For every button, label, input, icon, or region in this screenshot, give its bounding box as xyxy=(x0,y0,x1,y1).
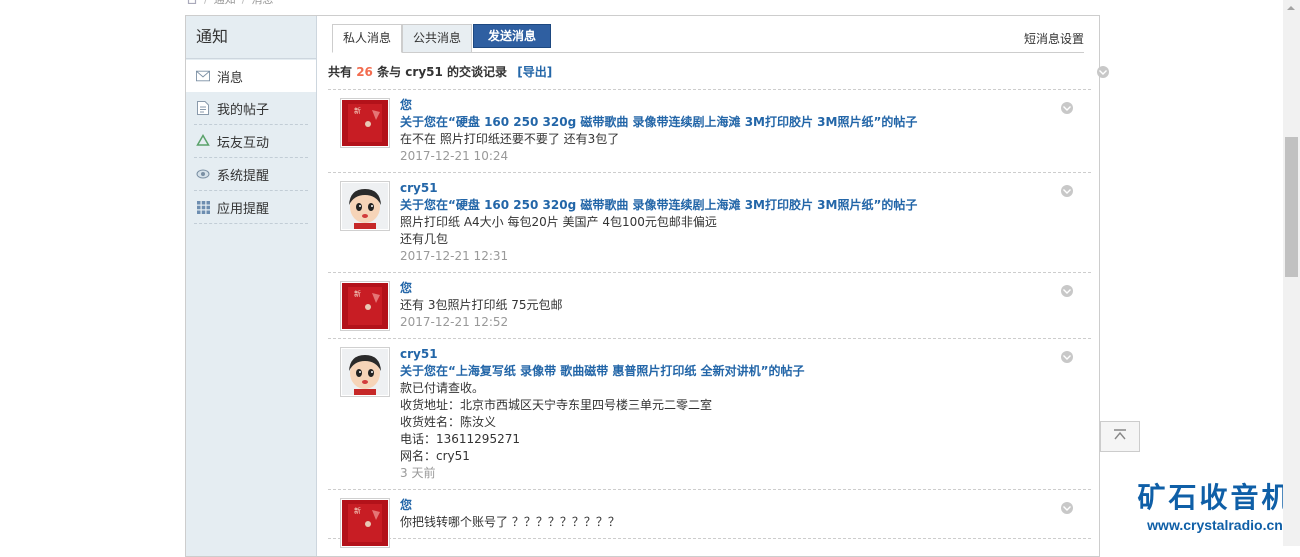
avatar[interactable] xyxy=(340,181,390,231)
document-icon xyxy=(196,101,210,115)
message-time: 2017-12-21 12:52 xyxy=(400,315,509,329)
breadcrumb-item-messages[interactable]: 消息 xyxy=(251,0,273,7)
svg-text:新: 新 xyxy=(354,106,361,115)
message-author[interactable]: 您 xyxy=(400,280,1091,297)
breadcrumb: / 通知 / 消息 xyxy=(186,0,273,6)
send-message-button[interactable]: 发送消息 xyxy=(473,24,552,48)
collapse-icon[interactable] xyxy=(1097,66,1109,78)
summary-user: cry51 xyxy=(405,65,443,79)
tab-bar: 私人消息 公共消息 发送消息 短消息设置 xyxy=(332,24,1084,53)
sidebar-item-app-alerts[interactable]: 应用提醒 xyxy=(194,191,308,224)
site-watermark: 矿石收音机 www.crystalradio.cn xyxy=(1130,480,1300,534)
message-author[interactable]: cry51 xyxy=(400,180,1091,197)
tab-public-messages[interactable]: 公共消息 xyxy=(402,24,473,53)
sidebar-item-label: 应用提醒 xyxy=(217,201,270,217)
bell-icon xyxy=(196,167,210,181)
message-text: 你把钱转哪个账号了 ？？？？？？？？？ xyxy=(400,515,620,529)
avatar[interactable]: 新 xyxy=(340,98,390,148)
message-item: 新 您 关于您在“硬盘 160 250 320g 磁带歌曲 录像带连续剧上海滩 … xyxy=(328,90,1091,173)
sidebar-item-interaction[interactable]: 坛友互动 xyxy=(194,125,308,158)
message-text: 电话：13611295271 xyxy=(400,432,520,446)
message-text: 款已付请查收。 xyxy=(400,381,485,395)
watermark-title: 矿石收音机 xyxy=(1137,481,1293,514)
sidebar-item-label: 系统提醒 xyxy=(217,168,270,184)
message-text: 还有 3包照片打印纸 75元包邮 xyxy=(400,298,563,312)
scrollbar-thumb[interactable] xyxy=(1285,137,1298,277)
page-scrollbar[interactable] xyxy=(1283,0,1300,546)
notification-panel: 通知 消息 我的帖子 坛友互动 系统提醒 应用提醒 私人消息 公共消息 发送消息… xyxy=(185,15,1109,557)
message-text: 照片打印纸 A4大小 每包20片 美国产 4包100元包邮非偏远 xyxy=(400,215,717,229)
summary-suffix: 的交谈记录 xyxy=(447,65,508,79)
home-icon[interactable] xyxy=(186,0,198,5)
arrow-up-icon xyxy=(1113,429,1127,444)
sidebar: 通知 消息 我的帖子 坛友互动 系统提醒 应用提醒 xyxy=(186,16,317,556)
envelope-icon xyxy=(196,69,210,83)
message-list: 新 您 关于您在“硬盘 160 250 320g 磁带歌曲 录像带连续剧上海滩 … xyxy=(328,89,1091,548)
message-settings-link[interactable]: 短消息设置 xyxy=(1024,30,1084,47)
sidebar-item-label: 坛友互动 xyxy=(217,135,270,151)
message-time: 2017-12-21 10:24 xyxy=(400,149,509,163)
message-item: cry51 关于您在“硬盘 160 250 320g 磁带歌曲 录像带连续剧上海… xyxy=(328,173,1091,273)
sidebar-item-my-posts[interactable]: 我的帖子 xyxy=(194,92,308,125)
back-to-top-button[interactable] xyxy=(1100,421,1140,452)
message-author[interactable]: 您 xyxy=(400,97,1091,114)
message-topic-link[interactable]: 关于您在“硬盘 160 250 320g 磁带歌曲 录像带连续剧上海滩 3M打印… xyxy=(400,197,1091,214)
message-item: cry51 关于您在“上海复写纸 录像带 歌曲磁带 惠普照片打印纸 全新对讲机”… xyxy=(328,339,1091,490)
scroll-up-icon[interactable] xyxy=(1287,6,1295,10)
message-topic-link[interactable]: 关于您在“上海复写纸 录像带 歌曲磁带 惠普照片打印纸 全新对讲机”的帖子 xyxy=(400,363,1091,380)
avatar[interactable] xyxy=(340,347,390,397)
message-author[interactable]: cry51 xyxy=(400,346,1091,363)
message-time: 3 天前 xyxy=(400,466,436,480)
breadcrumb-separator: / xyxy=(242,0,246,6)
message-menu-icon[interactable] xyxy=(1061,185,1073,197)
message-text: 网名：cry51 xyxy=(400,449,470,463)
breadcrumb-item-notice[interactable]: 通知 xyxy=(214,0,236,7)
sidebar-title: 通知 xyxy=(186,16,316,59)
message-time: 2017-12-21 12:31 xyxy=(400,249,509,263)
export-link[interactable]: [导出] xyxy=(517,65,552,79)
message-menu-icon[interactable] xyxy=(1061,502,1073,514)
summary-middle: 条与 xyxy=(377,65,402,79)
grid-icon xyxy=(196,200,210,214)
message-text: 收货姓名：陈汝义 xyxy=(400,415,497,429)
message-text: 在不在 照片打印纸还要不要了 还有3包了 xyxy=(400,132,620,146)
avatar[interactable]: 新 xyxy=(340,498,390,548)
sidebar-item-label: 我的帖子 xyxy=(217,102,270,118)
watermark-url: www.crystalradio.cn xyxy=(1147,517,1283,533)
message-menu-icon[interactable] xyxy=(1061,285,1073,297)
breadcrumb-separator: / xyxy=(204,0,208,6)
tab-private-messages[interactable]: 私人消息 xyxy=(332,24,403,53)
svg-text:新: 新 xyxy=(354,289,361,298)
message-text: 收货地址：北京市西城区天宁寺东里四号楼三单元二零二室 xyxy=(400,398,713,412)
message-menu-icon[interactable] xyxy=(1061,351,1073,363)
message-count: 26 xyxy=(356,65,373,79)
message-item: 新 您 你把钱转哪个账号了 ？？？？？？？？？ xyxy=(328,490,1091,548)
message-menu-icon[interactable] xyxy=(1061,102,1073,114)
main-content: 私人消息 公共消息 发送消息 短消息设置 共有 26 条与 cry51 的交谈记… xyxy=(317,16,1109,556)
avatar[interactable]: 新 xyxy=(340,281,390,331)
svg-text:新: 新 xyxy=(354,506,361,515)
recycle-icon xyxy=(196,134,210,148)
sidebar-item-messages[interactable]: 消息 xyxy=(186,60,316,92)
sidebar-item-system-alerts[interactable]: 系统提醒 xyxy=(194,158,308,191)
summary-prefix: 共有 xyxy=(328,65,353,79)
message-text: 还有几包 xyxy=(400,232,449,246)
message-item: 新 您 还有 3包照片打印纸 75元包邮 2017-12-21 12:52 xyxy=(328,273,1091,339)
message-author[interactable]: 您 xyxy=(400,497,1091,514)
conversation-summary: 共有 26 条与 cry51 的交谈记录 [导出] xyxy=(328,63,552,80)
message-topic-link[interactable]: 关于您在“硬盘 160 250 320g 磁带歌曲 录像带连续剧上海滩 3M打印… xyxy=(400,114,1091,131)
sidebar-item-label: 消息 xyxy=(217,70,244,86)
